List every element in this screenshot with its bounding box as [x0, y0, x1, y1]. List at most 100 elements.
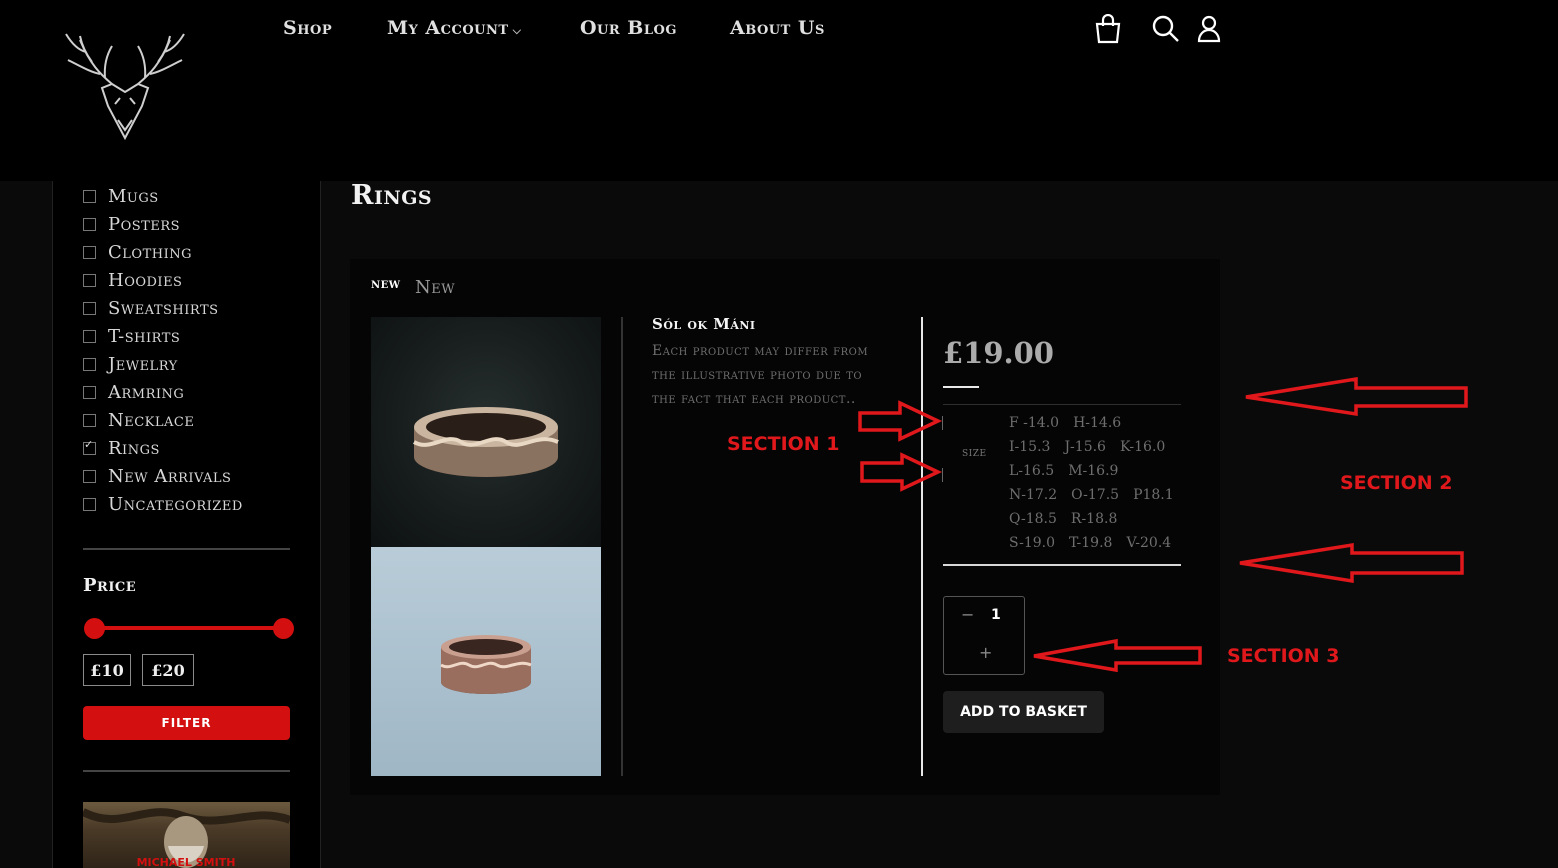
size-label: size: [962, 445, 987, 460]
category-label: Jewelry: [108, 353, 178, 375]
checkbox[interactable]: [83, 469, 96, 483]
product-description: Each product may differ from the illustr…: [652, 343, 869, 407]
stag-logo-icon: [65, 33, 185, 141]
product-image-light[interactable]: [371, 547, 601, 776]
checkbox[interactable]: [83, 329, 96, 343]
checkbox[interactable]: [83, 301, 96, 315]
size-option[interactable]: N-17.2: [1009, 487, 1057, 503]
category-new-arrivals[interactable]: New Arrivals: [83, 465, 231, 487]
size-option[interactable]: V-20.4: [1126, 535, 1171, 551]
price-filter-title: Price: [83, 575, 137, 596]
size-option[interactable]: H-14.6: [1073, 415, 1121, 431]
price-slider-max-handle[interactable]: [273, 618, 294, 639]
price-min-value: £10: [83, 654, 131, 686]
size-option[interactable]: O-17.5: [1071, 487, 1119, 503]
new-badge: new: [371, 276, 401, 292]
size-option[interactable]: K-16.0: [1120, 439, 1165, 455]
promo-text: MICHAEL SMITH: [137, 856, 236, 868]
size-option[interactable]: T-19.8: [1069, 535, 1112, 551]
size-row: N-17.2 O-17.5 P18.1: [1009, 483, 1189, 507]
size-option[interactable]: F -14.0: [1009, 415, 1059, 431]
category-label: Posters: [108, 213, 181, 235]
arrow-section2-bottom: [1239, 542, 1464, 584]
size-option[interactable]: I-15.3: [1009, 439, 1050, 455]
checkbox[interactable]: [83, 413, 96, 427]
category-label: Clothing: [108, 241, 192, 263]
size-option[interactable]: S-19.0: [1009, 535, 1055, 551]
category-uncategorized[interactable]: Uncategorized: [83, 493, 243, 515]
category-t-shirts[interactable]: T-shirts: [83, 325, 180, 347]
user-icon[interactable]: [1196, 14, 1226, 46]
add-to-basket-button[interactable]: ADD TO BASKET: [943, 691, 1104, 733]
category-rings[interactable]: Rings: [83, 437, 160, 459]
category-hoodies[interactable]: Hoodies: [83, 269, 182, 291]
checkbox[interactable]: [83, 189, 96, 203]
size-option[interactable]: L-16.5: [1009, 463, 1054, 479]
product-name[interactable]: Sól ok Máni: [652, 315, 756, 333]
site-header: Shop My Account ⌵ Our Blog About Us: [0, 0, 1558, 181]
price-underline: [943, 386, 979, 388]
category-label: Sweatshirts: [108, 297, 219, 319]
promo-artwork: MICHAEL SMITH: [83, 808, 290, 868]
product-card: new New Sól ok Máni Each product may dif…: [350, 259, 1220, 795]
chevron-down-icon: ⌵: [512, 24, 522, 37]
page-title: Rings: [351, 180, 433, 211]
size-option[interactable]: M-16.9: [1068, 463, 1118, 479]
annotation-section-3: SECTION 3: [1227, 645, 1340, 667]
column-divider: [621, 317, 623, 776]
qty-plus-button[interactable]: +: [979, 643, 992, 662]
divider: [83, 548, 290, 550]
price-slider-min-handle[interactable]: [84, 618, 105, 639]
ring-photo: [412, 407, 559, 477]
size-row: I-15.3 J-15.6 K-16.0: [1009, 435, 1189, 459]
quantity-stepper[interactable]: − 1 +: [943, 596, 1025, 675]
promo-image[interactable]: MICHAEL SMITH: [83, 802, 290, 868]
category-mugs[interactable]: Mugs: [83, 185, 159, 207]
category-clothing[interactable]: Clothing: [83, 241, 192, 263]
nav-our-blog[interactable]: Our Blog: [580, 17, 677, 39]
category-label: Necklace: [108, 409, 195, 431]
nav-about-us[interactable]: About Us: [730, 17, 825, 39]
category-label: Hoodies: [108, 269, 183, 291]
category-necklace[interactable]: Necklace: [83, 409, 194, 431]
category-sweatshirts[interactable]: Sweatshirts: [83, 297, 219, 319]
checkbox[interactable]: [83, 217, 96, 231]
category-label: New Arrivals: [108, 465, 232, 487]
stag-logo[interactable]: [60, 26, 190, 144]
qty-value[interactable]: 1: [991, 607, 1001, 623]
annotation-section-2: SECTION 2: [1340, 472, 1453, 494]
size-option[interactable]: P18.1: [1133, 487, 1174, 503]
category-label: Rings: [108, 437, 160, 459]
qty-minus-button[interactable]: −: [961, 605, 974, 624]
product-image-dark[interactable]: [371, 317, 601, 547]
category-label: T-shirts: [108, 325, 181, 347]
nav-my-account[interactable]: My Account ⌵: [387, 17, 521, 39]
size-option[interactable]: J-15.6: [1064, 439, 1106, 455]
search-icon[interactable]: [1151, 14, 1181, 46]
size-row: Q-18.5 R-18.8: [1009, 507, 1189, 531]
product-price: £19.00: [943, 336, 1054, 370]
nav-shop[interactable]: Shop: [283, 17, 332, 39]
basket-icon[interactable]: [1095, 13, 1125, 46]
category-label: Armring: [108, 381, 185, 403]
checkbox[interactable]: [83, 385, 96, 399]
size-option[interactable]: R-18.8: [1071, 511, 1117, 527]
price-slider-track[interactable]: [95, 626, 285, 630]
size-row: L-16.5 M-16.9: [1009, 459, 1189, 483]
nav-my-account-label: My Account: [387, 17, 509, 39]
section-marker: [942, 416, 943, 430]
checkbox[interactable]: [83, 273, 96, 287]
category-armring[interactable]: Armring: [83, 381, 184, 403]
size-options: F -14.0 H-14.6 I-15.3 J-15.6 K-16.0 L-16…: [1009, 411, 1189, 555]
checkbox[interactable]: [83, 357, 96, 371]
checkbox-checked[interactable]: [83, 438, 96, 455]
divider: [943, 404, 1181, 405]
column-divider: [921, 317, 923, 776]
checkbox[interactable]: [83, 245, 96, 259]
size-row: S-19.0 T-19.8 V-20.4: [1009, 531, 1189, 555]
checkbox[interactable]: [83, 497, 96, 511]
category-jewelry[interactable]: Jewelry: [83, 353, 178, 375]
filter-button[interactable]: FILTER: [83, 706, 290, 740]
size-option[interactable]: Q-18.5: [1009, 511, 1057, 527]
category-posters[interactable]: Posters: [83, 213, 180, 235]
